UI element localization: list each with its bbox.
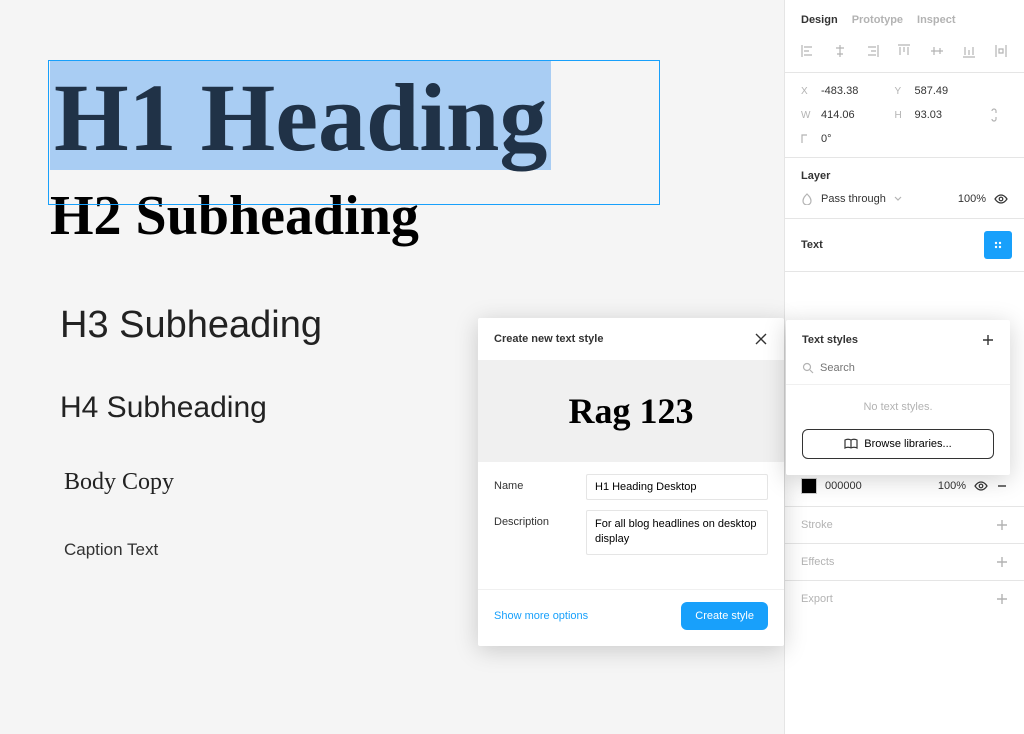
search-icon: [802, 362, 814, 374]
browse-libraries-button[interactable]: Browse libraries...: [802, 429, 994, 459]
text-styles-popover: Text styles No text styles. Browse libra…: [786, 320, 1010, 475]
close-icon[interactable]: [754, 332, 768, 346]
align-bottom-icon[interactable]: [962, 44, 976, 58]
style-name-input[interactable]: [586, 474, 768, 500]
stroke-title: Stroke: [801, 519, 833, 531]
create-style-modal: Create new text style Rag 123 Name Descr…: [478, 318, 784, 646]
book-icon: [844, 438, 858, 450]
x-label: X: [801, 86, 815, 97]
name-label: Name: [494, 474, 574, 492]
y-value[interactable]: 587.49: [915, 85, 983, 97]
stroke-section: Stroke: [785, 507, 1024, 544]
constrain-proportions-icon[interactable]: [988, 107, 1008, 123]
align-right-icon[interactable]: [865, 44, 879, 58]
fill-hex[interactable]: 000000: [825, 480, 862, 492]
tab-inspect[interactable]: Inspect: [917, 14, 956, 26]
add-effect-icon[interactable]: [996, 556, 1008, 568]
eye-icon[interactable]: [974, 479, 988, 493]
remove-fill-icon[interactable]: [996, 480, 1008, 492]
export-title: Export: [801, 593, 833, 605]
rotation-value[interactable]: 0°: [821, 133, 889, 145]
h-label: H: [895, 110, 909, 121]
align-left-icon[interactable]: [801, 44, 815, 58]
tab-design[interactable]: Design: [801, 14, 838, 26]
blend-mode-icon: [801, 193, 813, 205]
modal-title: Create new text style: [494, 333, 603, 345]
align-center-v-icon[interactable]: [930, 44, 944, 58]
alignment-toolbar: [785, 38, 1024, 73]
description-label: Description: [494, 510, 574, 528]
style-description-input[interactable]: [586, 510, 768, 555]
style-panel-button[interactable]: [984, 231, 1012, 259]
add-style-icon[interactable]: [982, 334, 994, 346]
style-preview: Rag 123: [478, 360, 784, 462]
inspector-tabs: Design Prototype Inspect: [785, 0, 1024, 38]
blend-mode-select[interactable]: Pass through: [821, 193, 886, 205]
align-center-h-icon[interactable]: [833, 44, 847, 58]
x-value[interactable]: -483.38: [821, 85, 889, 97]
layer-section: Layer Pass through 100%: [785, 158, 1024, 219]
text-section: Text: [785, 219, 1024, 272]
fill-swatch[interactable]: [801, 478, 817, 494]
h1-text-layer[interactable]: H1 Heading: [50, 60, 551, 170]
export-section: Export: [785, 581, 1024, 617]
style-search-input[interactable]: [820, 362, 994, 374]
layer-opacity[interactable]: 100%: [958, 193, 986, 205]
eye-icon[interactable]: [994, 192, 1008, 206]
add-stroke-icon[interactable]: [996, 519, 1008, 531]
show-more-options-link[interactable]: Show more options: [494, 610, 588, 622]
effects-section: Effects: [785, 544, 1024, 581]
frame-section: X -483.38 Y 587.49 W 414.06 H 93.03 0°: [785, 73, 1024, 158]
tab-prototype[interactable]: Prototype: [852, 14, 903, 26]
rotation-icon: [801, 134, 815, 144]
add-export-icon[interactable]: [996, 593, 1008, 605]
distribute-icon[interactable]: [994, 44, 1008, 58]
text-title: Text: [801, 239, 823, 251]
popover-title: Text styles: [802, 334, 858, 346]
browse-libraries-label: Browse libraries...: [864, 438, 951, 450]
chevron-down-icon: [894, 195, 902, 203]
w-label: W: [801, 110, 815, 121]
align-top-icon[interactable]: [897, 44, 911, 58]
h-value[interactable]: 93.03: [915, 109, 983, 121]
fill-opacity[interactable]: 100%: [938, 480, 966, 492]
y-label: Y: [895, 86, 909, 97]
empty-state-text: No text styles.: [786, 385, 1010, 429]
layer-title: Layer: [801, 170, 1008, 182]
w-value[interactable]: 414.06: [821, 109, 889, 121]
create-style-button[interactable]: Create style: [681, 602, 768, 630]
effects-title: Effects: [801, 556, 834, 568]
h2-text-layer[interactable]: H2 Subheading: [50, 184, 734, 248]
